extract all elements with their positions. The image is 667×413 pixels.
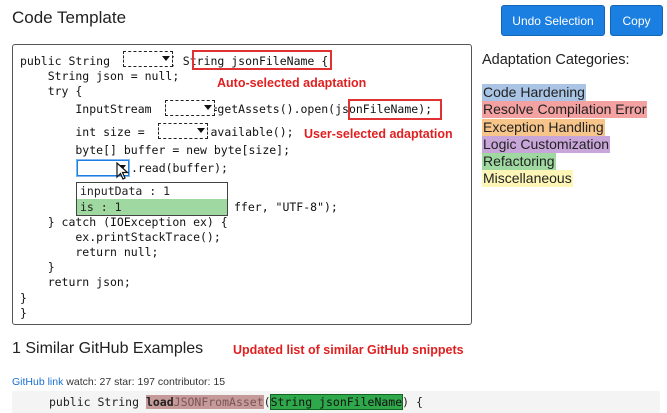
mouse-cursor-icon: [116, 162, 130, 180]
size-source-slot[interactable]: [158, 123, 208, 139]
stream-name-slot[interactable]: [165, 100, 215, 116]
page-title: Code Template: [12, 8, 127, 27]
code-text: ffer, "UTF-8");: [234, 200, 338, 214]
method-name-slot[interactable]: [123, 51, 173, 67]
category-miscellaneous: Miscellaneous: [482, 170, 573, 187]
code-line-2: String json = null;: [20, 69, 180, 83]
code-line-10: } catch (IOException ex) {: [20, 215, 228, 229]
snippet-text: ) {: [402, 395, 423, 409]
similar-examples-title: 1 Similar GitHub Examples: [12, 340, 204, 357]
copy-button[interactable]: Copy: [610, 5, 663, 36]
category-logic-customization: Logic Customization: [482, 136, 611, 153]
code-line-5: int size = .available();: [20, 125, 294, 140]
code-line-15: }: [20, 291, 27, 305]
code-line-13: }: [20, 260, 55, 274]
auto-selected-highlight: [192, 50, 332, 70]
snippet-method-highlight: load: [145, 395, 174, 409]
code-line-6: byte[] buffer = new byte[size];: [20, 143, 291, 157]
snippet-method-highlight: JSONFromAsset: [173, 395, 264, 409]
snippet-param-highlight: String jsonFileName: [269, 394, 404, 410]
github-snippet: public String loadJSONFromAsset(String j…: [12, 391, 660, 413]
github-meta-row: GitHub link watch: 27 star: 197 contribu…: [12, 376, 225, 388]
category-refactoring: Refactoring: [482, 153, 556, 170]
dropdown-option-selected[interactable]: is : 1: [77, 199, 227, 215]
snippet-text: (: [263, 395, 271, 409]
code-text: .available();: [203, 125, 294, 139]
code-text: =getAssets().open(: [210, 102, 336, 116]
code-line-11: ex.printStackTrace();: [20, 230, 221, 244]
code-text: .read(buffer);: [131, 161, 228, 175]
category-resolve-compilation-error: Resolve Compilation Error: [482, 101, 648, 118]
category-exception-handling: Exception Handling: [482, 119, 605, 136]
code-line-12: return null;: [20, 245, 159, 259]
adaptation-dropdown[interactable]: inputData : 1 is : 1: [76, 182, 228, 216]
auto-selected-annotation: Auto-selected adaptation: [217, 76, 367, 90]
code-line-14: return json;: [20, 275, 131, 289]
categories-title: Adaptation Categories:: [482, 52, 630, 68]
undo-selection-button[interactable]: Undo Selection: [501, 5, 605, 36]
chevron-down-icon: [162, 56, 170, 61]
snippet-text: public String: [49, 395, 146, 409]
code-text: InputStream: [20, 102, 159, 116]
code-text: public String: [20, 54, 117, 68]
github-stats: watch: 27 star: 197 contributor: 15: [66, 376, 226, 388]
chevron-down-icon: [197, 128, 205, 133]
category-code-hardening: Code Hardening: [482, 84, 586, 101]
github-link[interactable]: GitHub link: [12, 376, 63, 388]
auto-selected-highlight: [348, 99, 442, 120]
code-text: int size =: [20, 125, 152, 139]
code-line-16: }: [20, 306, 27, 320]
code-line-3: try {: [20, 84, 83, 98]
user-selected-annotation: User-selected adaptation: [304, 127, 453, 141]
dropdown-option[interactable]: inputData : 1: [77, 183, 227, 199]
similar-annotation: Updated list of similar GitHub snippets: [233, 343, 464, 357]
chevron-down-icon: [204, 105, 212, 110]
